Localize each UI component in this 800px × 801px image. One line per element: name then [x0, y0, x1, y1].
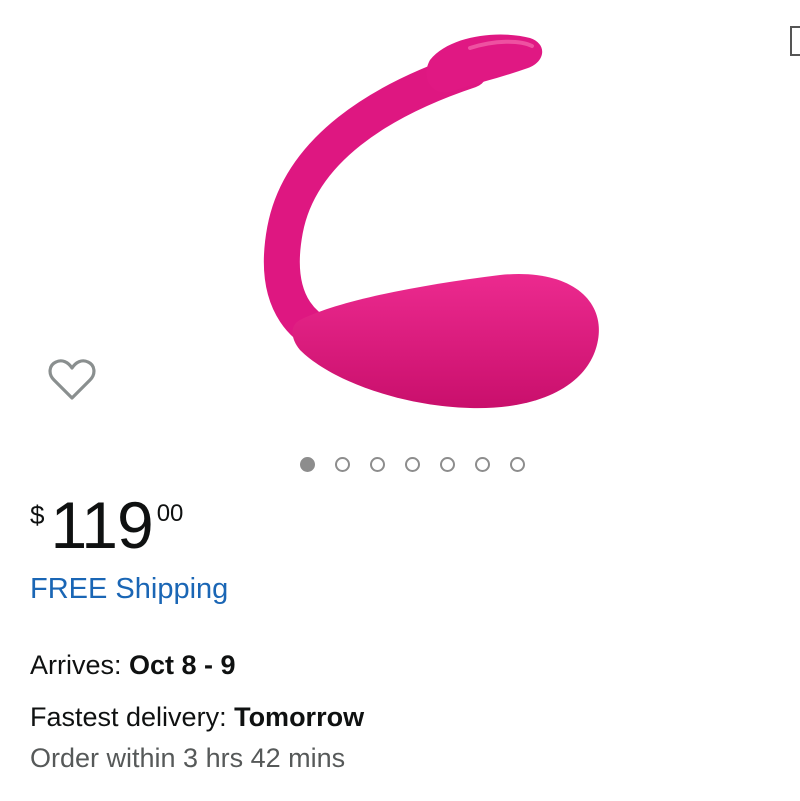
carousel-dot-3[interactable]: [370, 457, 385, 472]
order-countdown: Order within 3 hrs 42 mins: [30, 743, 346, 773]
carousel-dot-6[interactable]: [475, 457, 490, 472]
carousel-dot-7[interactable]: [510, 457, 525, 472]
fastest-delivery-date: Tomorrow: [234, 702, 365, 732]
free-shipping-link[interactable]: FREE Shipping: [30, 573, 228, 606]
arrives-label: Arrives:: [30, 650, 130, 680]
carousel-dot-4[interactable]: [405, 457, 420, 472]
product-image[interactable]: [0, 0, 800, 450]
price-fraction: 00: [156, 500, 184, 527]
corner-indicator: [790, 26, 800, 56]
wishlist-button[interactable]: [46, 356, 98, 404]
image-carousel-dots: [300, 457, 525, 472]
product-image-graphic: [263, 34, 599, 409]
arrival-estimate: Arrives: Oct 8 - 9: [30, 650, 236, 681]
arrives-date: Oct 8 - 9: [129, 650, 236, 680]
fastest-delivery: Fastest delivery: Tomorrow: [30, 702, 364, 733]
fastest-delivery-label: Fastest delivery:: [30, 702, 235, 732]
price-currency-symbol: $: [30, 500, 45, 530]
heart-outline-icon: [48, 359, 96, 400]
carousel-dot-1[interactable]: [300, 457, 315, 472]
product-price: $ 119 00: [30, 492, 183, 558]
carousel-dot-5[interactable]: [440, 457, 455, 472]
price-whole: 119: [50, 488, 153, 562]
carousel-dot-2[interactable]: [335, 457, 350, 472]
